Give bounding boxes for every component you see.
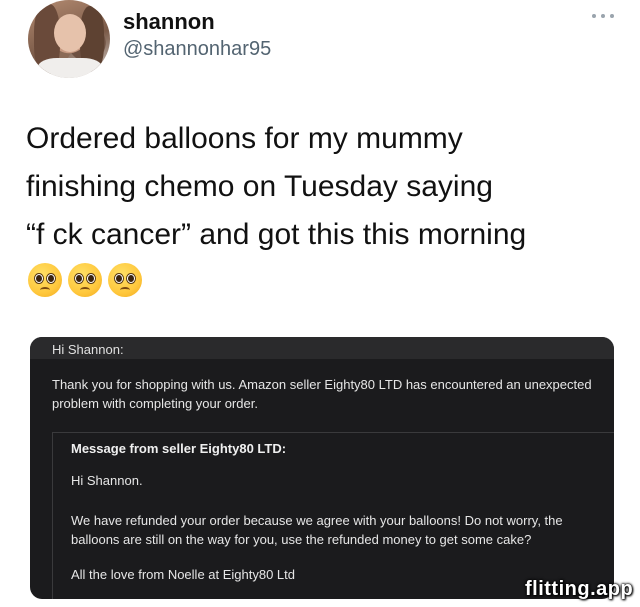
emoji-row [28,263,142,297]
pleading-face-emoji [28,263,62,297]
email-body-line: Thank you for shopping with us. Amazon s… [52,377,592,392]
user-display-name[interactable]: shannon [123,9,215,35]
seller-greeting: Hi Shannon. [71,473,143,488]
tweet-text: Ordered balloons for my mummy finishing … [26,122,527,251]
email-header-bar: Hi Shannon: [30,337,614,359]
seller-signoff: All the love from Noelle at Eighty80 Ltd [71,567,296,582]
user-handle[interactable]: @shannonhar95 [123,38,271,61]
pleading-face-emoji [108,263,142,297]
email-greeting: Hi Shannon: [52,342,124,357]
watermark: flitting.app [525,578,634,600]
pleading-face-emoji [68,263,102,297]
seller-message-title: Message from seller Eighty80 LTD: [71,441,287,456]
seller-message-box: Message from seller Eighty80 LTD: Hi Sha… [52,432,614,599]
avatar-face [54,14,86,52]
email-body: Thank you for shopping with us. Amazon s… [52,375,614,413]
avatar-shirt [38,58,102,78]
more-options-icon[interactable] [592,12,614,20]
email-screenshot: Hi Shannon: Thank you for shopping with … [30,337,614,599]
email-body-line: problem with completing your order. [52,396,258,411]
dot [592,14,596,18]
profile-avatar[interactable] [28,0,110,78]
dot [601,14,605,18]
dot [610,14,614,18]
seller-message-text: We have refunded your order because we a… [71,513,563,547]
